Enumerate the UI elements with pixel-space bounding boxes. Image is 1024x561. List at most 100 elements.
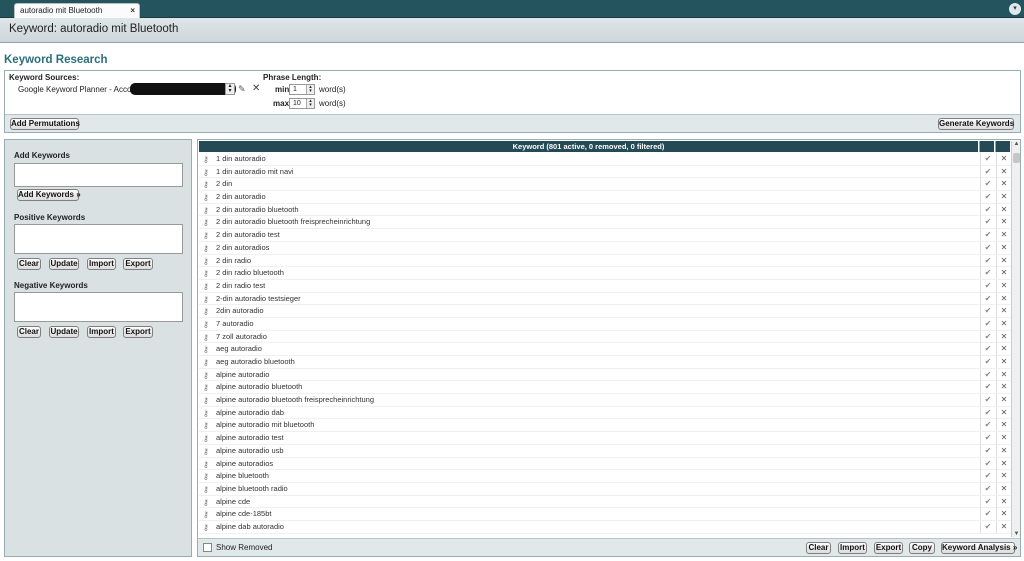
positive-update-button[interactable]: Update [49, 258, 79, 270]
negative-import-button[interactable]: Import [87, 326, 116, 338]
table-row[interactable]: ⚷ alpine autoradio bluetooth ✔ ✕ [199, 381, 1011, 395]
check-icon[interactable]: ✔ [980, 330, 995, 343]
remove-icon[interactable]: ✕ [996, 305, 1011, 318]
check-icon[interactable]: ✔ [980, 241, 995, 254]
check-icon[interactable]: ✔ [980, 153, 995, 165]
scroll-down-icon[interactable]: ▼ [1012, 531, 1021, 537]
tab-close-icon[interactable]: × [130, 4, 135, 18]
show-removed-checkbox[interactable] [203, 543, 212, 552]
table-row[interactable]: ⚷ alpine autoradio usb ✔ ✕ [199, 444, 1011, 458]
check-icon[interactable]: ✔ [980, 508, 995, 521]
account-select[interactable] [130, 83, 236, 95]
table-row[interactable]: ⚷ 1 din autoradio mit navi ✔ ✕ [199, 165, 1011, 179]
negative-keywords-input[interactable] [14, 292, 183, 322]
table-row[interactable]: ⚷ 2 din radio bluetooth ✔ ✕ [199, 267, 1011, 280]
table-row[interactable]: ⚷ 2 din autoradio test ✔ ✕ [199, 229, 1011, 242]
negative-update-button[interactable]: Update [49, 326, 79, 338]
table-row[interactable]: ⚷ alpine bluetooth ✔ ✕ [199, 470, 1011, 483]
remove-icon[interactable]: ✕ [996, 343, 1011, 356]
remove-icon[interactable]: ✕ [996, 279, 1011, 292]
remove-icon[interactable]: ✕ [996, 178, 1011, 191]
check-icon[interactable]: ✔ [980, 279, 995, 292]
table-row[interactable]: ⚷ alpine autoradio mit bluetooth ✔ ✕ [199, 419, 1011, 433]
negative-clear-button[interactable]: Clear [17, 326, 41, 338]
remove-icon[interactable]: ✕ [996, 419, 1011, 432]
add-keywords-button[interactable]: Add Keywords » [17, 189, 81, 201]
check-icon[interactable]: ✔ [980, 419, 995, 432]
table-row[interactable]: ⚷ alpine autoradio bluetooth freisprechei… [199, 394, 1011, 407]
keyword-column-header[interactable]: Keyword (801 active, 0 removed, 0 filter… [199, 141, 978, 152]
close-icon[interactable]: ✕ [252, 83, 260, 94]
check-icon[interactable]: ✔ [980, 178, 995, 191]
remove-icon[interactable]: ✕ [996, 241, 1011, 254]
table-row[interactable]: ⚷ alpine dab autoradio ✔ ✕ [199, 520, 1011, 534]
table-row[interactable]: ⚷ alpine cde-185bt ✔ ✕ [199, 508, 1011, 521]
table-row[interactable]: ⚷ 2 din radio test ✔ ✕ [199, 279, 1011, 293]
table-row[interactable]: ⚷ 7 autoradio ✔ ✕ [199, 317, 1011, 331]
check-icon[interactable]: ✔ [980, 267, 995, 280]
account-chevron-icon[interactable]: ▴ ▾ [225, 83, 235, 95]
grid-import-button[interactable]: Import [838, 542, 867, 554]
remove-icon[interactable]: ✕ [996, 495, 1011, 508]
scroll-up-icon[interactable]: ▲ [1012, 141, 1021, 147]
check-icon[interactable]: ✔ [980, 432, 995, 445]
remove-icon[interactable]: ✕ [996, 508, 1011, 521]
table-row[interactable]: ⚷ 2 din autoradio ✔ ✕ [199, 191, 1011, 204]
check-icon[interactable]: ✔ [980, 482, 995, 495]
check-icon[interactable]: ✔ [980, 229, 995, 242]
table-row[interactable]: ⚷ alpine autoradio ✔ ✕ [199, 368, 1011, 382]
remove-icon[interactable]: ✕ [996, 406, 1011, 419]
check-icon[interactable]: ✔ [980, 356, 995, 368]
check-icon[interactable]: ✔ [980, 394, 995, 407]
table-row[interactable]: ⚷ 2 din ✔ ✕ [199, 178, 1011, 192]
table-row[interactable]: ⚷ 2 din radio ✔ ✕ [199, 254, 1011, 268]
positive-import-button[interactable]: Import [87, 258, 116, 270]
check-icon[interactable]: ✔ [980, 216, 995, 229]
add-keywords-input[interactable] [14, 163, 183, 187]
table-row[interactable]: ⚷ 2 din autoradios ✔ ✕ [199, 241, 1011, 255]
generate-keywords-button[interactable]: Generate Keywords [938, 118, 1014, 130]
remove-icon[interactable]: ✕ [996, 267, 1011, 280]
negative-export-button[interactable]: Export [123, 326, 153, 338]
check-icon[interactable]: ✔ [980, 254, 995, 267]
check-icon[interactable]: ✔ [980, 520, 995, 533]
table-row[interactable]: ⚷ alpine cde ✔ ✕ [199, 495, 1011, 509]
check-icon[interactable]: ✔ [980, 343, 995, 356]
positive-export-button[interactable]: Export [123, 258, 153, 270]
tab-autoradio[interactable]: autoradio mit Bluetooth × [14, 3, 140, 18]
remove-icon[interactable]: ✕ [996, 432, 1011, 445]
table-row[interactable]: ⚷ aeg autoradio bluetooth ✔ ✕ [199, 356, 1011, 369]
remove-icon[interactable]: ✕ [996, 520, 1011, 533]
check-icon[interactable]: ✔ [980, 406, 995, 419]
table-row[interactable]: ⚷ 7 zoll autoradio ✔ ✕ [199, 330, 1011, 344]
table-row[interactable]: ⚷ 1 din autoradio ✔ ✕ [199, 153, 1011, 166]
stepper-arrows-icon[interactable]: ▴ ▾ [306, 85, 314, 94]
table-row[interactable]: ⚷ aeg autoradio ✔ ✕ [199, 343, 1011, 356]
remove-icon[interactable]: ✕ [996, 482, 1011, 495]
positive-keywords-input[interactable] [14, 224, 183, 254]
table-row[interactable]: ⚷ alpine autoradios ✔ ✕ [199, 457, 1011, 471]
check-icon[interactable]: ✔ [980, 457, 995, 470]
remove-icon[interactable]: ✕ [996, 292, 1011, 305]
remove-icon[interactable]: ✕ [996, 317, 1011, 330]
check-icon[interactable]: ✔ [980, 368, 995, 381]
check-icon[interactable]: ✔ [980, 165, 995, 178]
remove-icon[interactable]: ✕ [996, 394, 1011, 407]
table-row[interactable]: ⚷ alpine autoradio test ✔ ✕ [199, 432, 1011, 445]
stepper-arrows-icon[interactable]: ▴ ▾ [306, 99, 314, 108]
check-icon[interactable]: ✔ [980, 495, 995, 508]
grid-export-button[interactable]: Export [874, 542, 903, 554]
keyword-analysis-button[interactable]: Keyword Analysis » [941, 542, 1017, 554]
table-row[interactable]: ⚷ 2 din autoradio bluetooth freisprechein… [199, 216, 1011, 230]
check-icon[interactable]: ✔ [980, 191, 995, 204]
min-stepper[interactable]: 1 ▴ ▾ [289, 84, 315, 95]
remove-icon[interactable]: ✕ [996, 153, 1011, 165]
menu-dropdown-icon[interactable]: ▾ [1009, 3, 1021, 15]
remove-icon[interactable]: ✕ [996, 444, 1011, 457]
remove-icon[interactable]: ✕ [996, 330, 1011, 343]
remove-icon[interactable]: ✕ [996, 203, 1011, 216]
table-row[interactable]: ⚷ 2-din autoradio testsieger ✔ ✕ [199, 292, 1011, 306]
table-row[interactable]: ⚷ alpine bluetooth radio ✔ ✕ [199, 482, 1011, 496]
remove-icon[interactable]: ✕ [996, 470, 1011, 483]
scrollbar-thumb[interactable] [1013, 153, 1020, 163]
